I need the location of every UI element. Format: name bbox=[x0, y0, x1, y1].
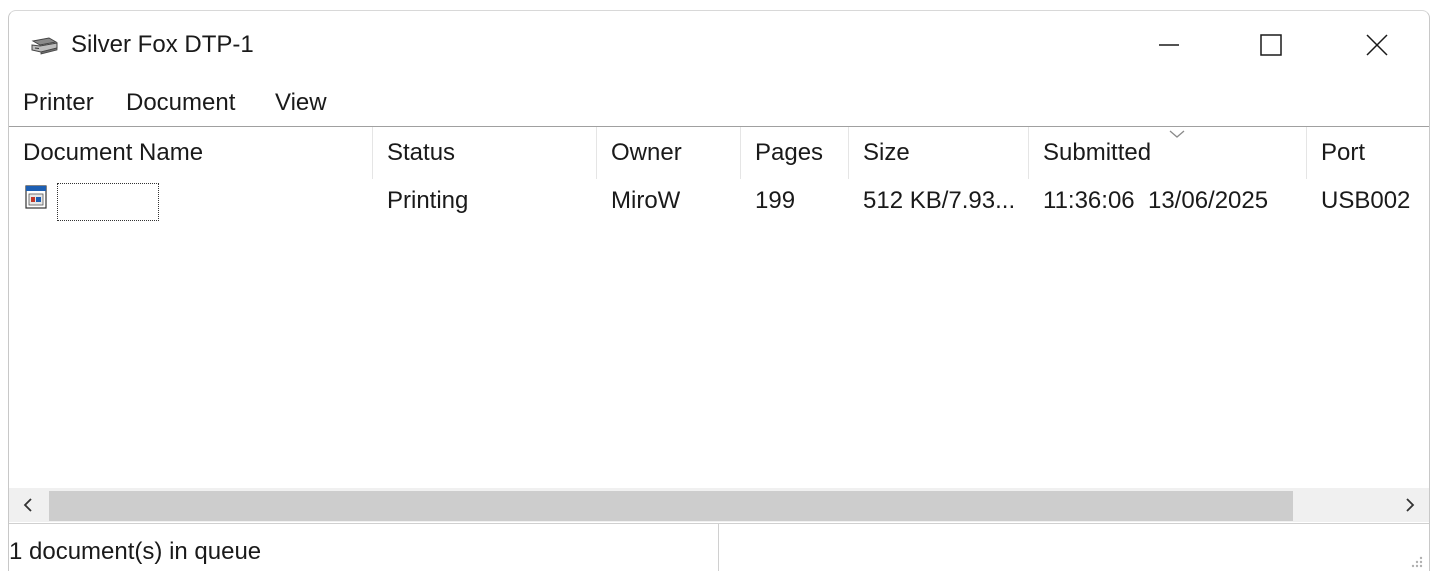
scroll-right-button[interactable] bbox=[1391, 488, 1429, 522]
column-header-document-name[interactable]: Document Name bbox=[9, 127, 373, 179]
menu-view[interactable]: View bbox=[273, 89, 329, 117]
menu-bar: Printer Document View bbox=[9, 87, 1429, 125]
maximize-icon bbox=[1260, 34, 1282, 56]
minimize-icon bbox=[1159, 44, 1179, 46]
pages-cell: 199 bbox=[755, 187, 796, 214]
resize-grip-icon[interactable] bbox=[1406, 551, 1424, 569]
size-cell: 512 KB/7.93... bbox=[863, 187, 1016, 214]
chevron-left-icon bbox=[23, 498, 32, 512]
close-button[interactable] bbox=[1345, 21, 1409, 69]
column-header-size[interactable]: Size bbox=[849, 127, 1029, 179]
title-bar[interactable]: Silver Fox DTP-1 bbox=[9, 11, 1429, 83]
sort-descending-icon bbox=[1169, 130, 1185, 138]
column-header-status[interactable]: Status bbox=[373, 127, 597, 179]
menu-printer[interactable]: Printer bbox=[21, 89, 96, 117]
status-cell: Printing bbox=[387, 187, 469, 214]
status-bar: 1 document(s) in queue bbox=[9, 523, 1429, 571]
document-name-cell[interactable] bbox=[57, 183, 159, 221]
scroll-thumb[interactable] bbox=[49, 491, 1293, 521]
menu-document[interactable]: Document bbox=[124, 89, 237, 117]
document-list[interactable]: Document Name Status Owner Pages Size Su… bbox=[9, 126, 1429, 489]
column-header-submitted[interactable]: Submitted bbox=[1029, 127, 1307, 179]
status-bar-panel bbox=[720, 524, 1428, 571]
queue-status-text: 1 document(s) in queue bbox=[9, 524, 719, 571]
chevron-right-icon bbox=[1406, 498, 1415, 512]
print-queue-window: Silver Fox DTP-1 Printer Document View D… bbox=[8, 10, 1430, 571]
document-icon bbox=[25, 185, 47, 209]
horizontal-scrollbar[interactable] bbox=[9, 488, 1429, 522]
submitted-cell: 11:36:06 13/06/2025 bbox=[1043, 187, 1269, 214]
column-header-pages[interactable]: Pages bbox=[741, 127, 849, 179]
port-cell: USB002 bbox=[1321, 187, 1411, 214]
column-header-port[interactable]: Port bbox=[1307, 127, 1429, 179]
owner-cell: MiroW bbox=[611, 187, 681, 214]
window-title: Silver Fox DTP-1 bbox=[71, 31, 254, 58]
scroll-left-button[interactable] bbox=[9, 488, 47, 522]
minimize-button[interactable] bbox=[1137, 21, 1201, 69]
printer-icon bbox=[31, 37, 58, 55]
close-icon bbox=[1366, 34, 1388, 56]
maximize-button[interactable] bbox=[1239, 21, 1303, 69]
column-header-owner[interactable]: Owner bbox=[597, 127, 741, 179]
